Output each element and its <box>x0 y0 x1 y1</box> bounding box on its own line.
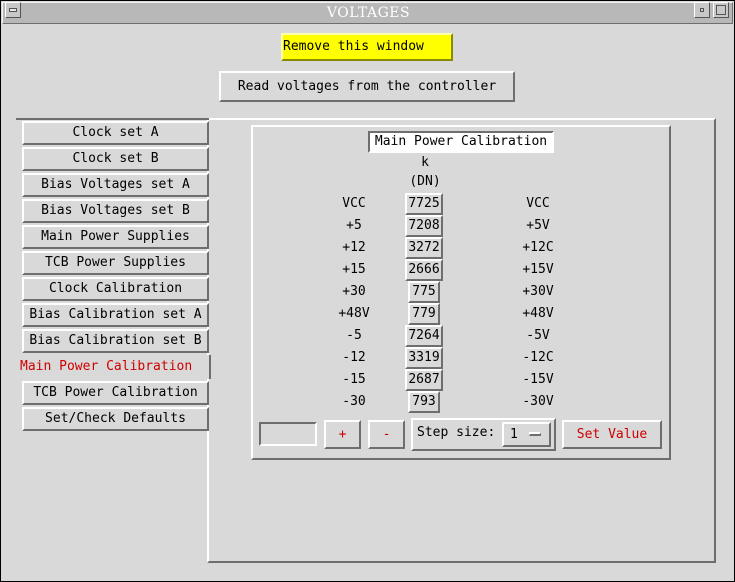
nav-bias-calibration-set-a[interactable]: Bias Calibration set A <box>22 303 209 327</box>
step-size-label: Step size: <box>417 425 496 440</box>
menu-icon <box>9 8 17 12</box>
calibration-value[interactable]: 7208 <box>405 215 443 237</box>
row-label-right: +30V <box>522 284 554 299</box>
row-label-left: +15 <box>342 262 366 277</box>
step-size-dropdown[interactable]: 1 <box>502 422 551 447</box>
window-title: VOLTAGES <box>326 5 411 21</box>
row-label-left: +48V <box>338 306 370 321</box>
nav-tcb-power-supplies[interactable]: TCB Power Supplies <box>22 251 209 275</box>
calibration-value[interactable]: 779 <box>408 303 440 325</box>
nav-clock-set-a[interactable]: Clock set A <box>22 121 209 145</box>
row-label-left: +5 <box>346 218 362 233</box>
row-label-right: +48V <box>522 306 554 321</box>
nav-set-check-defaults[interactable]: Set/Check Defaults <box>22 407 209 431</box>
column-header-k: k <box>421 155 429 170</box>
row-label-right: -5V <box>526 328 550 343</box>
row-label-right: +12C <box>522 240 554 255</box>
nav-clock-set-b[interactable]: Clock set B <box>22 147 209 171</box>
row-label-left: +30 <box>342 284 366 299</box>
maximize-button[interactable] <box>713 2 729 18</box>
value-input[interactable] <box>259 422 317 446</box>
set-value-button[interactable]: Set Value <box>562 420 662 449</box>
nav-bias-voltages-set-b[interactable]: Bias Voltages set B <box>22 199 209 223</box>
row-label-left: +12 <box>342 240 366 255</box>
calibration-panel <box>251 125 671 460</box>
calibration-value[interactable]: 793 <box>408 391 440 413</box>
increment-button[interactable]: + <box>324 420 361 449</box>
minimize-icon <box>700 8 704 12</box>
step-size-value: 1 <box>510 427 518 442</box>
row-label-left: VCC <box>342 196 366 211</box>
row-label-left: -15 <box>342 372 366 387</box>
row-label-right: +15V <box>522 262 554 277</box>
row-label-right: -12C <box>522 350 554 365</box>
title-bar[interactable]: VOLTAGES <box>2 2 733 24</box>
calibration-value[interactable]: 2687 <box>405 369 443 391</box>
dropdown-indicator-icon <box>529 432 541 436</box>
maximize-icon <box>716 5 726 15</box>
nav-clock-calibration[interactable]: Clock Calibration <box>22 277 209 301</box>
calibration-value[interactable]: 7264 <box>405 325 443 347</box>
calibration-value[interactable]: 775 <box>408 281 440 303</box>
nav-bias-calibration-set-b[interactable]: Bias Calibration set B <box>22 329 209 353</box>
row-label-left: -5 <box>346 328 362 343</box>
window-menu-button[interactable] <box>5 2 21 18</box>
calibration-value[interactable]: 2666 <box>405 259 443 281</box>
row-label-right: -15V <box>522 372 554 387</box>
row-label-right: -30V <box>522 394 554 409</box>
calibration-value[interactable]: 7725 <box>405 193 443 215</box>
read-voltages-button[interactable]: Read voltages from the controller <box>219 71 515 102</box>
nav-main-power-calibration[interactable]: Main Power Calibration <box>20 355 211 379</box>
calibration-value[interactable]: 3319 <box>405 347 443 369</box>
panel-title: Main Power Calibration <box>368 131 554 153</box>
minimize-button[interactable] <box>694 2 710 18</box>
nav-bias-voltages-set-a[interactable]: Bias Voltages set A <box>22 173 209 197</box>
decrement-button[interactable]: - <box>368 420 405 449</box>
nav-main-power-supplies[interactable]: Main Power Supplies <box>22 225 209 249</box>
nav-tcb-power-calibration[interactable]: TCB Power Calibration <box>22 381 209 405</box>
remove-window-button[interactable]: Remove this window <box>281 33 453 61</box>
calibration-value[interactable]: 3272 <box>405 237 443 259</box>
row-label-right: +5V <box>526 218 550 233</box>
tab-divider <box>16 118 209 120</box>
row-label-right: VCC <box>526 196 550 211</box>
column-header-dn: (DN) <box>409 174 441 189</box>
row-label-left: -12 <box>342 350 366 365</box>
row-label-left: -30 <box>342 394 366 409</box>
